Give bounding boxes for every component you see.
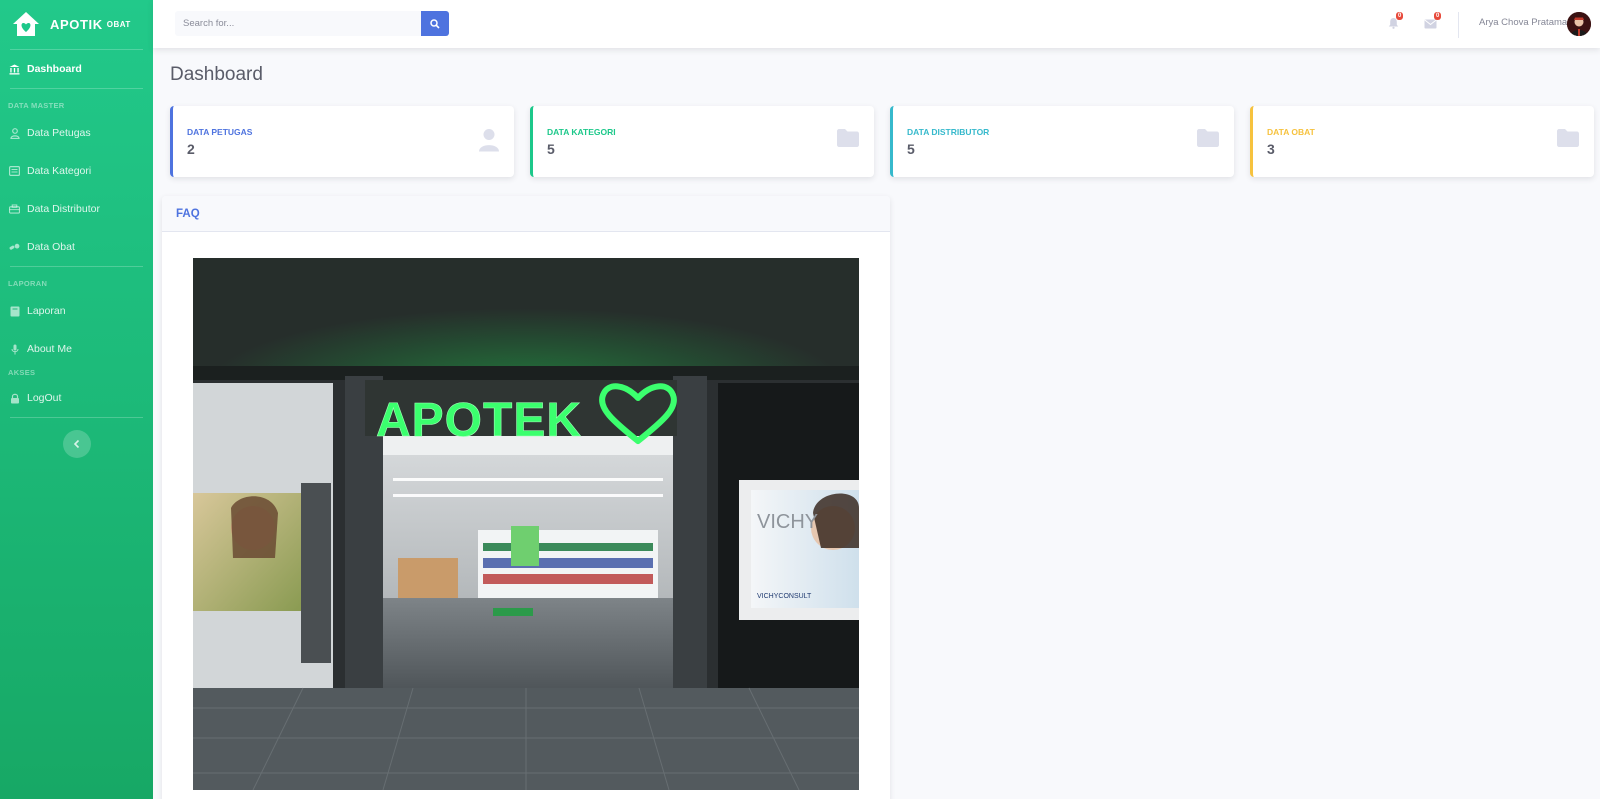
pharmacy-storefront-illustration: VICHY VICHYCONSULT APOTEK [193,258,859,790]
stat-card-distributor[interactable]: DATA DISTRIBUTOR 5 [890,106,1234,177]
faq-card: FAQ VICHY VICHYCONSULT APOTEK [162,196,890,799]
page-title: Dashboard [170,64,263,85]
faq-title: FAQ [176,207,200,220]
sidebar-divider [10,266,143,267]
pills-icon [9,242,20,253]
search-input[interactable] [175,11,421,36]
sidebar-item-laporan[interactable]: Laporan [0,292,153,330]
poster-brand-text: VICHY [757,511,818,533]
user-icon [478,128,500,157]
sidebar-item-label: LogOut [27,392,62,404]
sidebar-item-label: Laporan [27,305,66,317]
folder-icon [836,128,860,153]
sidebar-item-data-distributor[interactable]: Data Distributor [0,190,153,228]
store-sign-text: APOTEK [376,394,582,447]
sidebar-item-label: Data Distributor [27,203,100,215]
sidebar-item-label: About Me [27,343,72,355]
folder-icon [1556,128,1580,153]
truck-box-icon [9,204,20,215]
stat-card-petugas[interactable]: DATA PETUGAS 2 [170,106,514,177]
stat-card-obat[interactable]: DATA OBAT 3 [1250,106,1594,177]
sidebar-item-data-kategori[interactable]: Data Kategori [0,152,153,190]
search-button[interactable] [421,11,449,36]
sidebar-divider [10,88,143,89]
sidebar-item-dashboard[interactable]: Dashboard [0,50,153,88]
alerts-button[interactable]: 0 [1388,12,1404,34]
sidebar-toggle-button[interactable] [62,430,91,458]
sidebar-item-label: Data Petugas [27,127,91,139]
brand-sup: OBAT [106,19,131,29]
sidebar-heading-laporan: LAPORAN [8,279,48,288]
envelope-icon [1424,19,1437,29]
bank-icon [9,64,20,75]
chevron-left-icon [73,439,79,449]
card-label: DATA DISTRIBUTOR [907,127,990,137]
brand[interactable]: APOTIK OBAT [0,0,153,48]
messages-button[interactable]: 0 [1424,12,1442,34]
user-outline-icon [9,127,20,139]
search-form [175,11,449,36]
stat-card-kategori[interactable]: DATA KATEGORI 5 [530,106,874,177]
topbar-divider [1458,12,1459,38]
microphone-icon [9,344,20,355]
pharmacy-storefront-image: VICHY VICHYCONSULT APOTEK [193,258,859,790]
sidebar: APOTIK OBAT Dashboard DATA MASTER Data P… [0,0,153,799]
alerts-count-badge: 0 [1396,12,1404,20]
folder-icon [1196,128,1220,153]
lock-icon [9,393,20,404]
book-icon [9,306,20,317]
sidebar-item-data-petugas[interactable]: Data Petugas [0,114,153,152]
sidebar-item-about-me[interactable]: About Me [0,330,153,368]
home-heart-logo-icon [13,12,39,36]
brand-name: APOTIK [50,16,103,32]
card-value: 3 [1267,141,1275,157]
search-icon [430,18,440,29]
sidebar-item-label: Dashboard [27,63,82,75]
messages-count-badge: 0 [1434,12,1442,20]
sidebar-item-label: Data Obat [27,241,75,253]
sidebar-item-logout[interactable]: LogOut [0,379,153,417]
card-label: DATA PETUGAS [187,127,253,137]
card-label: DATA KATEGORI [547,127,616,137]
topbar: 0 0 Arya Chova Pratama [153,0,1600,48]
avatar[interactable] [1567,12,1591,36]
poster-sub-text: VICHYCONSULT [757,593,812,600]
sidebar-heading-data-master: DATA MASTER [8,101,65,110]
card-value: 5 [907,141,915,157]
sidebar-heading-akses: AKSES [8,368,36,377]
list-alt-icon [9,166,20,177]
avatar-image [1567,12,1591,36]
card-value: 5 [547,141,555,157]
card-label: DATA OBAT [1267,127,1315,137]
sidebar-item-data-obat[interactable]: Data Obat [0,228,153,266]
card-value: 2 [187,141,195,157]
faq-card-header: FAQ [162,196,890,232]
sidebar-item-label: Data Kategori [27,165,92,177]
sidebar-divider [10,417,143,418]
user-name[interactable]: Arya Chova Pratama [1479,17,1567,28]
